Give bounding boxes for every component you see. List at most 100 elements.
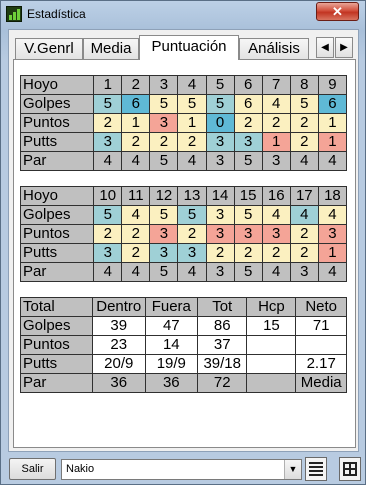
tab-analisis[interactable]: Análisis [239,38,309,59]
table-cell: 9 [317,75,348,95]
row-label: Golpes [20,316,93,336]
table-cell: Hcp [246,297,297,317]
table-cell: 4 [261,94,291,114]
table-cell: 1 [121,113,151,133]
table-cell: 13 [177,186,207,206]
table-cell: 3 [261,151,291,171]
table-cell: 47 [144,316,199,336]
app-icon [6,6,22,22]
row-label: Puntos [19,113,95,133]
table-cell: 4 [177,75,207,95]
table-cell: 0 [205,113,235,133]
table-cell: 11 [121,186,151,206]
table-row: Par 4 4 5 4 3 5 3 4 4 [19,151,348,171]
arrow-left-icon: ◀ [321,42,329,53]
row-label: Puntos [20,335,93,355]
table-cell: Media [295,373,347,393]
tab-scroll: ◀ ▶ [316,37,354,59]
table-cell: 2 [121,243,151,263]
arrow-right-icon: ▶ [340,42,348,53]
table-cell: 2 [261,113,291,133]
table-cell: 2 [177,132,207,152]
table-cell: 3 [93,243,123,263]
table-cell: 19/9 [144,354,199,374]
row-label: Hoyo [19,75,95,95]
title-bar[interactable]: Estadística ✕ [1,1,365,28]
table-cell: 6 [233,75,263,95]
table-row: Golpes 39 47 86 15 71 [20,316,347,336]
table-row: Putts 20/9 19/9 39/18 2.17 [20,354,347,374]
tab-puntuacion[interactable]: Puntuación [139,35,239,60]
table-cell: 5 [205,94,235,114]
chevron-down-icon[interactable]: ▼ [284,460,301,479]
table-cell: 3 [205,205,235,225]
grid-view-button[interactable] [339,457,361,481]
table-cell: 4 [317,262,348,282]
table-cell: 2 [177,224,207,244]
table-cell: 3 [149,243,179,263]
table-cell: 3 [177,243,207,263]
table-cell: 4 [93,262,123,282]
row-label: Hoyo [19,186,95,206]
table-cell: 4 [121,262,151,282]
table-cell: 3 [93,132,123,152]
table-cell: 17 [289,186,319,206]
table-cell: 3 [205,132,235,152]
row-label: Putts [19,132,95,152]
statistics-window: Estadística ✕ V.Genrl Media Puntuación A… [0,0,366,485]
table-cell: 3 [289,262,319,282]
table-cell: 15 [246,316,297,336]
table-cell: 18 [317,186,348,206]
tab-scroll-left-button[interactable]: ◀ [316,37,334,58]
table-cell: 2 [205,243,235,263]
table-cell: 2 [121,224,151,244]
row-label: Putts [19,243,95,263]
table-cell: 39/18 [196,354,248,374]
table-cell: 3 [233,224,263,244]
table-cell: 36 [144,373,199,393]
table-cell: 2 [93,113,123,133]
table-cell: 5 [149,262,179,282]
player-select-value: Nakio [66,463,95,475]
table-cell: 12 [149,186,179,206]
table-cell: 1 [177,113,207,133]
table-cell: 15 [233,186,263,206]
table-cell: 3 [205,224,235,244]
table-cell: 3 [149,75,179,95]
table-cell: 2 [149,132,179,152]
table-cell: 2 [289,224,319,244]
table-cell [246,354,297,374]
exit-button[interactable]: Salir [9,458,56,480]
table-cell: 5 [233,205,263,225]
table-cell: Fuera [144,297,199,317]
table-cell: 4 [121,205,151,225]
list-view-button[interactable] [305,457,327,481]
row-label: Par [19,151,95,171]
table-row: Hoyo 1 2 3 4 5 6 7 8 9 [19,75,348,95]
table-cell: 5 [149,94,179,114]
window-title: Estadística [27,7,86,21]
table-cell: 5 [149,151,179,171]
player-select[interactable]: Nakio ▼ [61,459,302,480]
table-cell: 4 [261,205,291,225]
table-cell: 3 [261,224,291,244]
tab-media[interactable]: Media [83,38,139,59]
tab-scroll-right-button[interactable]: ▶ [335,37,353,58]
tab-vgenrl[interactable]: V.Genrl [15,38,83,59]
table-cell: 5 [93,205,123,225]
table-row: Total Dentro Fuera Tot Hcp Neto [20,297,347,317]
table-cell: Dentro [91,297,146,317]
row-label: Putts [20,354,93,374]
front-nine-table: Hoyo 1 2 3 4 5 6 7 8 9 Golpes 5 6 5 5 5 6 4 5 6 Puntos 2 1 3 1 0 2… [19,75,348,171]
table-row: Par 4 4 5 4 3 5 4 3 4 [19,262,348,282]
table-cell: 2 [289,132,319,152]
table-cell: 5 [177,94,207,114]
row-label: Par [19,262,95,282]
close-button[interactable]: ✕ [316,2,359,21]
table-cell: 23 [91,335,146,355]
table-cell: 8 [289,75,319,95]
table-cell: 72 [196,373,248,393]
table-cell: 5 [233,151,263,171]
table-row: Putts 3 2 3 3 2 2 2 2 1 [19,243,348,263]
table-cell: 2 [289,243,319,263]
